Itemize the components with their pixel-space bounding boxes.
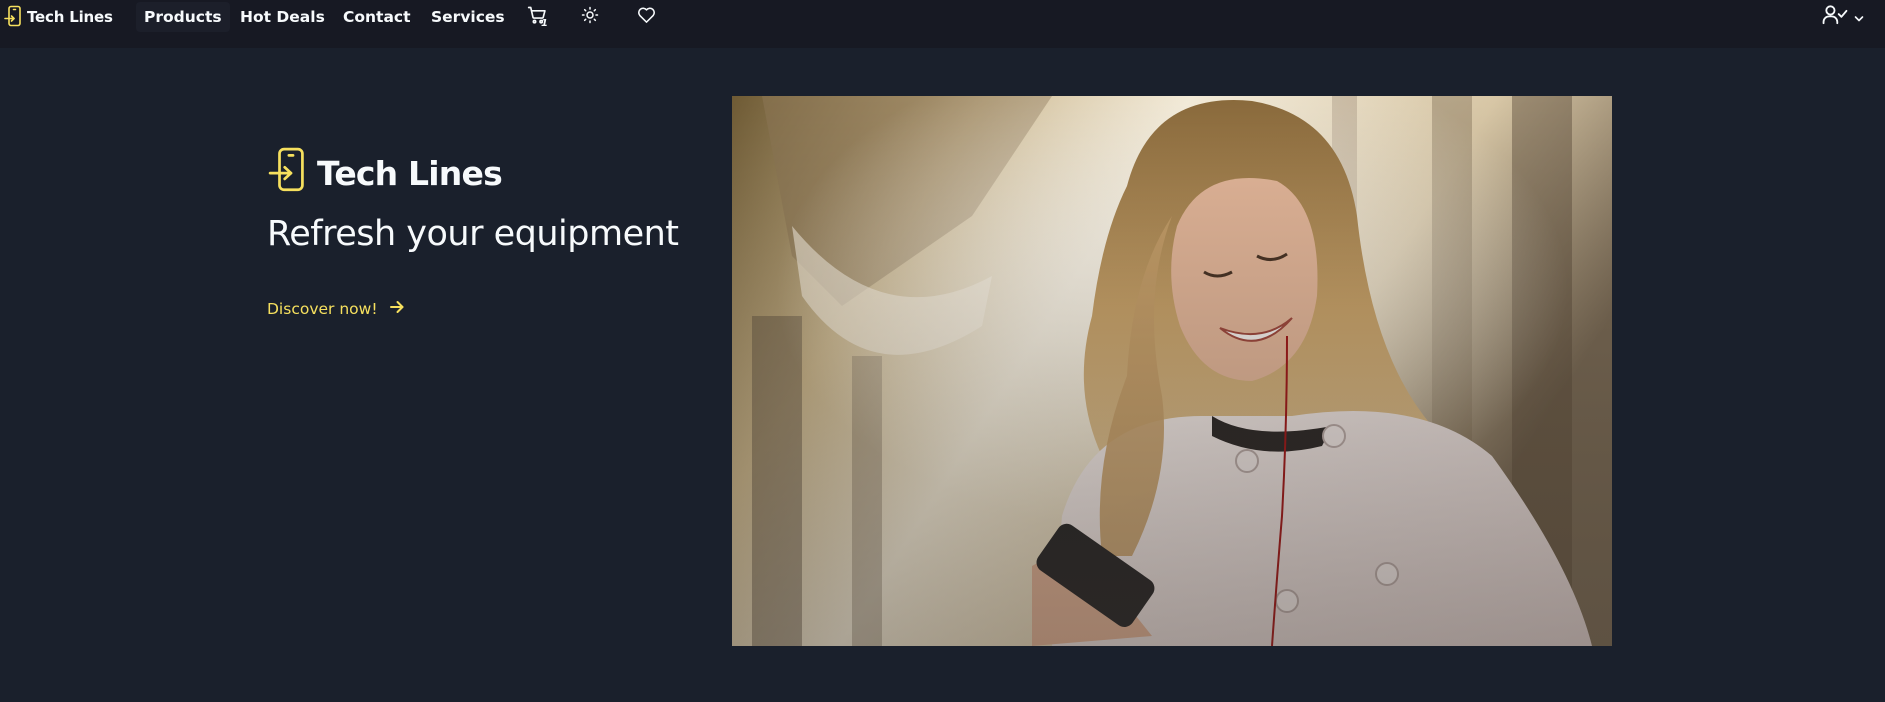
discover-now-label: Discover now!: [267, 300, 378, 318]
cart-button[interactable]: 1: [524, 3, 550, 31]
phone-swap-icon: [4, 5, 26, 29]
navbar: Tech Lines Products Hot Deals Contact Se…: [0, 0, 1885, 48]
phone-swap-icon: [267, 146, 317, 200]
hero-brand: Tech Lines: [267, 146, 503, 200]
brand-link[interactable]: Tech Lines: [4, 4, 113, 30]
hero-subtitle: Refresh your equipment: [267, 214, 679, 254]
wishlist-button[interactable]: [635, 3, 657, 31]
hero-image: [732, 96, 1612, 646]
nav-link-contact[interactable]: Contact: [343, 2, 411, 32]
discover-now-link[interactable]: Discover now!: [267, 296, 405, 322]
nav-link-services[interactable]: Services: [431, 2, 505, 32]
user-check-icon: [1822, 4, 1848, 30]
theme-toggle-button[interactable]: [579, 3, 601, 31]
cart-count-badge: 1: [541, 18, 548, 29]
brand-name: Tech Lines: [27, 8, 113, 26]
sun-icon: [581, 6, 599, 28]
arrow-right-icon: [378, 299, 405, 319]
nav-link-products[interactable]: Products: [136, 2, 230, 32]
chevron-down-icon: [1854, 8, 1864, 27]
hero-brand-name: Tech Lines: [317, 153, 503, 193]
user-menu-button[interactable]: [1820, 3, 1866, 31]
heart-icon: [637, 6, 656, 28]
nav-link-hot-deals[interactable]: Hot Deals: [240, 2, 325, 32]
